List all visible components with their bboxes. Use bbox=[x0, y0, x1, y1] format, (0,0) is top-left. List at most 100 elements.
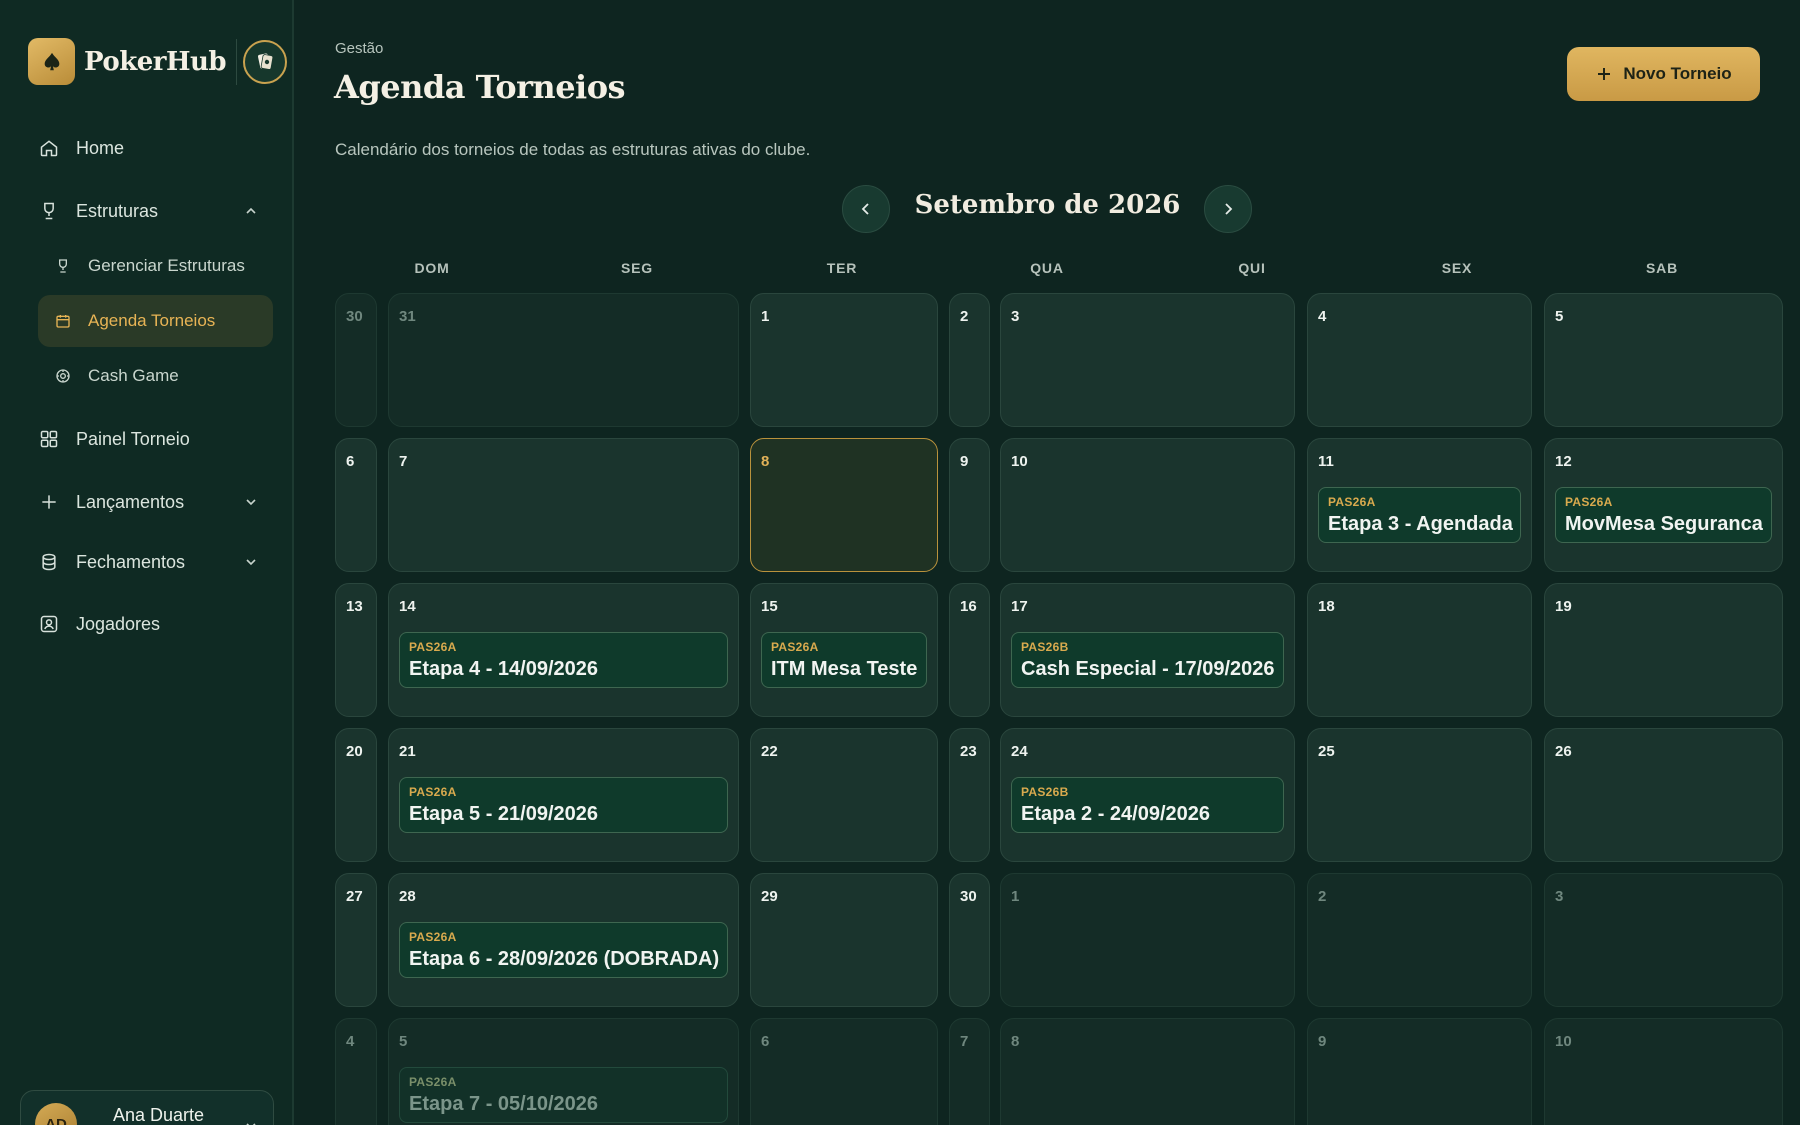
calendar-day[interactable]: 5 PAS26A Etapa 7 - 05/10/2026 bbox=[388, 1018, 739, 1125]
calendar-day[interactable]: 26 bbox=[1544, 728, 1783, 862]
chevron-left-icon bbox=[859, 202, 873, 216]
day-number: 23 bbox=[960, 743, 977, 760]
calendar-day[interactable]: 4 bbox=[1307, 293, 1532, 427]
event-structure-code: PAS26A bbox=[409, 1075, 457, 1089]
event-structure-code: PAS26A bbox=[409, 640, 457, 654]
weekday-label: SEG bbox=[621, 260, 653, 276]
calendar-day[interactable]: 15 PAS26A ITM Mesa Teste bbox=[750, 583, 938, 717]
day-number: 3 bbox=[1011, 308, 1020, 325]
day-number: 8 bbox=[1011, 1033, 1020, 1050]
calendar-day[interactable]: 1 bbox=[1000, 873, 1295, 1007]
calendar-day[interactable]: 9 bbox=[1307, 1018, 1532, 1125]
nav-lancamentos[interactable]: Lançamentos bbox=[38, 491, 256, 513]
calendar-day[interactable]: 30 bbox=[949, 873, 990, 1007]
calendar-day[interactable]: 8 bbox=[1000, 1018, 1295, 1125]
day-number: 2 bbox=[1318, 888, 1327, 905]
brand-divider bbox=[236, 38, 238, 85]
calendar-day[interactable]: 2 bbox=[1307, 873, 1532, 1007]
tournament-event[interactable]: PAS26A Etapa 3 - Agendada bbox=[1318, 487, 1521, 543]
calendar-day[interactable]: 21 PAS26A Etapa 5 - 21/09/2026 bbox=[388, 728, 739, 862]
nav-estruturas[interactable]: Estruturas bbox=[38, 200, 256, 222]
day-number: 4 bbox=[1318, 308, 1327, 325]
day-number: 8 bbox=[761, 453, 770, 470]
event-name: Etapa 5 - 21/09/2026 bbox=[409, 803, 599, 825]
calendar-day[interactable]: 27 bbox=[335, 873, 377, 1007]
calendar-day[interactable]: 3 bbox=[1544, 873, 1783, 1007]
brand[interactable]: PokerHub bbox=[28, 38, 288, 85]
calendar-day[interactable]: 20 bbox=[335, 728, 377, 862]
nav-home[interactable]: Home bbox=[38, 137, 124, 159]
calendar-day[interactable]: 29 bbox=[750, 873, 938, 1007]
month-title: Setembro de 2026 bbox=[914, 190, 1181, 220]
calendar-day[interactable]: 6 bbox=[750, 1018, 938, 1125]
day-number: 17 bbox=[1011, 598, 1028, 615]
calendar-day[interactable]: 3 bbox=[1000, 293, 1295, 427]
nav-cash-game[interactable]: Cash Game bbox=[38, 350, 273, 402]
calendar-day[interactable]: 25 bbox=[1307, 728, 1532, 862]
day-number: 1 bbox=[1011, 888, 1020, 905]
tournament-event[interactable]: PAS26A Etapa 4 - 14/09/2026 bbox=[399, 632, 728, 688]
nav-jogadores[interactable]: Jogadores bbox=[38, 613, 160, 635]
tournament-event[interactable]: PAS26A Etapa 6 - 28/09/2026 (DOBRADA) bbox=[399, 922, 728, 978]
tournament-event[interactable]: PAS26B Etapa 2 - 24/09/2026 bbox=[1011, 777, 1284, 833]
calendar-day[interactable]: 31 bbox=[388, 293, 739, 427]
nav-gerenciar-estruturas[interactable]: Gerenciar Estruturas bbox=[38, 240, 273, 292]
calendar-day[interactable]: 5 bbox=[1544, 293, 1783, 427]
day-number: 6 bbox=[761, 1033, 770, 1050]
calendar-day[interactable]: 16 bbox=[949, 583, 990, 717]
nav-agenda-torneios[interactable]: Agenda Torneios bbox=[38, 295, 273, 347]
tournament-event[interactable]: PAS26A Etapa 7 - 05/10/2026 bbox=[399, 1067, 728, 1123]
nav-fechamentos[interactable]: Fechamentos bbox=[38, 551, 256, 573]
event-name: Etapa 2 - 24/09/2026 bbox=[1021, 803, 1211, 825]
calendar-day[interactable]: 7 bbox=[388, 438, 739, 572]
tournament-event[interactable]: PAS26A ITM Mesa Teste bbox=[761, 632, 927, 688]
calendar-day-today[interactable]: 8 bbox=[750, 438, 938, 572]
calendar-day[interactable]: 1 bbox=[750, 293, 938, 427]
calendar-day[interactable]: 10 bbox=[1544, 1018, 1783, 1125]
event-name: MovMesa Seguranca bbox=[1565, 513, 1763, 535]
calendar-day[interactable]: 7 bbox=[949, 1018, 990, 1125]
calendar-day[interactable]: 2 bbox=[949, 293, 990, 427]
calendar-day[interactable]: 23 bbox=[949, 728, 990, 862]
calendar-day[interactable]: 11 PAS26A Etapa 3 - Agendada bbox=[1307, 438, 1532, 572]
calendar-day[interactable]: 14 PAS26A Etapa 4 - 14/09/2026 bbox=[388, 583, 739, 717]
day-number: 5 bbox=[399, 1033, 408, 1050]
user-card-icon bbox=[38, 613, 60, 635]
user-menu[interactable]: AD Ana Duarte bbox=[20, 1090, 274, 1125]
day-number: 7 bbox=[960, 1033, 969, 1050]
nav-painel-torneio[interactable]: Painel Torneio bbox=[38, 428, 190, 450]
calendar-day[interactable]: 22 bbox=[750, 728, 938, 862]
calendar-day[interactable]: 30 bbox=[335, 293, 377, 427]
new-tournament-button[interactable]: Novo Torneio bbox=[1567, 47, 1760, 101]
calendar-day[interactable]: 6 bbox=[335, 438, 377, 572]
day-number: 7 bbox=[399, 453, 408, 470]
home-icon bbox=[38, 137, 60, 159]
calendar-day[interactable]: 9 bbox=[949, 438, 990, 572]
day-number: 14 bbox=[399, 598, 416, 615]
calendar-day[interactable]: 19 bbox=[1544, 583, 1783, 717]
calendar-day[interactable]: 24 PAS26B Etapa 2 - 24/09/2026 bbox=[1000, 728, 1295, 862]
event-structure-code: PAS26A bbox=[409, 785, 457, 799]
plus-icon bbox=[38, 491, 60, 513]
nav-estruturas-label: Estruturas bbox=[76, 200, 159, 221]
new-tournament-label: Novo Torneio bbox=[1623, 64, 1732, 83]
next-month-button[interactable] bbox=[1204, 185, 1252, 233]
calendar-day[interactable]: 4 bbox=[335, 1018, 377, 1125]
calendar-day[interactable]: 13 bbox=[335, 583, 377, 717]
day-number: 18 bbox=[1318, 598, 1335, 615]
day-number: 30 bbox=[346, 308, 363, 325]
calendar-day[interactable]: 12 PAS26A MovMesa Seguranca bbox=[1544, 438, 1783, 572]
chevron-down-icon bbox=[244, 495, 258, 509]
tournament-event[interactable]: PAS26A MovMesa Seguranca bbox=[1555, 487, 1772, 543]
tournament-event[interactable]: PAS26B Cash Especial - 17/09/2026 bbox=[1011, 632, 1284, 688]
event-structure-code: PAS26A bbox=[1328, 495, 1376, 509]
calendar-day[interactable]: 17 PAS26B Cash Especial - 17/09/2026 bbox=[1000, 583, 1295, 717]
weekday-label: QUI bbox=[1238, 260, 1266, 276]
calendar-icon bbox=[54, 312, 72, 330]
calendar-day[interactable]: 10 bbox=[1000, 438, 1295, 572]
calendar-day[interactable]: 18 bbox=[1307, 583, 1532, 717]
calendar-day[interactable]: 28 PAS26A Etapa 6 - 28/09/2026 (DOBRADA) bbox=[388, 873, 739, 1007]
page-title: Agenda Torneios bbox=[334, 68, 626, 106]
nav-gerenciar-label: Gerenciar Estruturas bbox=[88, 256, 245, 275]
tournament-event[interactable]: PAS26A Etapa 5 - 21/09/2026 bbox=[399, 777, 728, 833]
